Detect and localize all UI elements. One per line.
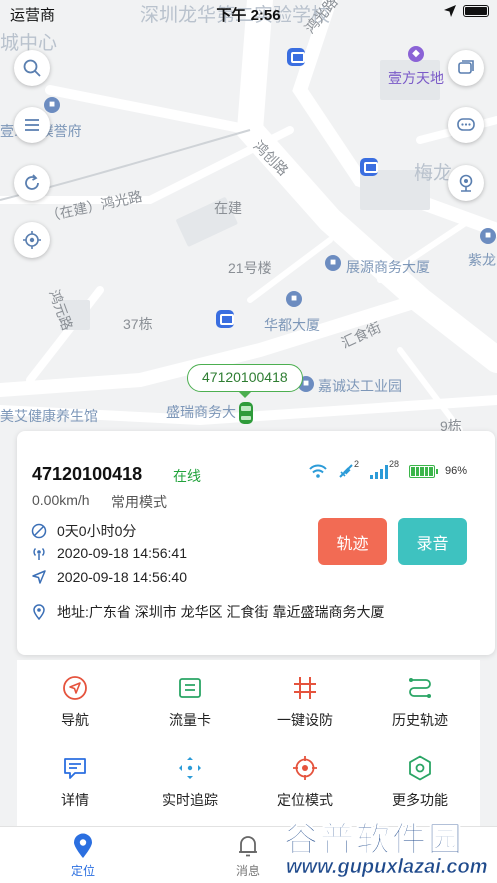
record-button[interactable]: 录音 [398,518,467,565]
address: 地址:广东省 深圳市 龙华区 汇食街 靠近盛瑞商务大厦 [57,604,385,620]
map-label-jiacheng: 嘉诚达工业园 [318,378,402,394]
working-mode: 常用模式 [111,494,167,510]
refresh-icon [25,174,39,190]
map-label-shopping: 壹方天地 [388,70,444,86]
wifi-icon [309,464,327,478]
fence-icon [294,677,316,699]
building-poi-icon: ■ [286,291,302,307]
sim-card-icon [179,678,201,698]
action-navigation[interactable]: 导航 [20,660,130,730]
carrier-label: 运营商 [10,7,56,24]
map-label-bldg37: 37栋 [123,316,153,332]
gps-satellite-count: 2 [353,459,359,469]
locate-time: 2020-09-18 14:56:40 [57,569,187,585]
realtime-tracking-icon [179,757,201,779]
stop-icon [31,523,47,539]
map-layer-button[interactable] [448,50,484,86]
map-label-huadu: 华都大厦 [264,317,320,333]
menu-button[interactable] [14,107,50,143]
building-poi-icon: ■ [480,228,496,244]
location-pin-icon [74,833,92,858]
signal-time: 2020-09-18 14:56:41 [57,545,187,561]
online-status: 在线 [173,468,201,484]
map-label-shengrui: 盛瑞商务大 [166,404,236,420]
chat-button[interactable] [448,107,484,143]
device-battery-percent: 96% [444,465,467,477]
building-poi-icon: ■ [44,97,60,113]
status-time: 下午 2:56 [216,7,281,24]
my-location-button[interactable] [14,222,50,258]
bus-stop-icon [287,48,305,66]
watermark-url: www.gupuxlazai.com [286,856,488,879]
layers-icon [458,60,474,74]
bell-icon [239,836,257,857]
chat-bubble-icon [457,118,475,131]
device-id: 47120100418 [32,464,143,484]
action-locate-mode[interactable]: 定位模式 [250,740,360,810]
map-label-meilong: 梅龙 [414,163,453,184]
more-functions-icon [409,755,431,781]
still-duration-row: 0天0小时0分 [31,521,136,541]
webcam-icon [459,174,473,192]
locate-time-row: 2020-09-18 14:56:40 [31,569,187,585]
bus-stop-icon [360,158,378,176]
camera-button[interactable] [448,165,484,201]
navigation-arrow-icon [32,570,46,584]
device-car-icon[interactable] [237,402,255,424]
action-grid: 导航 流量卡 一键设防 历史轨迹 详情 实时追踪 定位模式 更多功能 [17,660,480,826]
broadcast-icon [33,548,45,560]
map-label-meiai: 美艾健康养生馆 [0,408,98,424]
search-button[interactable] [14,50,50,86]
speed-value: 0.00km/h [32,492,90,508]
locate-mode-icon [293,756,317,780]
device-marker-tag[interactable]: 47120100418 [187,364,303,398]
map-label-bldg21: 21号楼 [228,260,272,276]
action-more-functions[interactable]: 更多功能 [365,740,475,810]
action-history-track[interactable]: 历史轨迹 [365,660,475,730]
status-bar: 运营商 下午 2:56 [0,0,497,26]
refresh-button[interactable] [14,165,50,201]
still-duration: 0天0小时0分 [57,523,137,539]
action-one-key-fence[interactable]: 一键设防 [250,660,360,730]
detail-icon [64,758,86,779]
tab-locate[interactable]: 定位 [48,833,118,879]
battery-icon [463,5,489,17]
watermark-title: 谷普软件园 [284,821,464,860]
signal-strength: 28 [388,459,399,469]
action-sim-card[interactable]: 流量卡 [135,660,245,730]
crosshair-icon [23,231,41,249]
shopping-poi-icon: ◆ [408,46,424,62]
address-row: 地址:广东省 深圳市 龙华区 汇食街 靠近盛瑞商务大厦 [31,602,384,622]
bus-stop-icon [216,310,234,328]
location-pin-icon [33,604,45,620]
navigation-icon [63,676,87,700]
track-button[interactable]: 轨迹 [318,518,387,565]
device-battery-icon [408,464,438,478]
map-label-zaijian: 在建 [214,200,242,216]
search-icon [23,59,41,77]
watermark: 谷普软件园 www.gupuxlazai.com [272,812,497,883]
building-poi-icon: ■ [325,255,341,271]
menu-icon [25,119,39,131]
signal-bars-icon [369,465,388,479]
action-detail[interactable]: 详情 [20,740,130,810]
action-realtime-tracking[interactable]: 实时追踪 [135,740,245,810]
map-label-zhanyuan: 展源商务大厦 [346,259,430,275]
signal-time-row: 2020-09-18 14:56:41 [31,545,187,561]
location-arrow-icon [444,5,456,17]
map-label-zilong: 紫龙 [468,252,496,268]
device-info-card: 47120100418 在线 2 28 96% 0.00km/h 常用模式 0天… [17,431,495,655]
history-track-icon [409,678,431,698]
